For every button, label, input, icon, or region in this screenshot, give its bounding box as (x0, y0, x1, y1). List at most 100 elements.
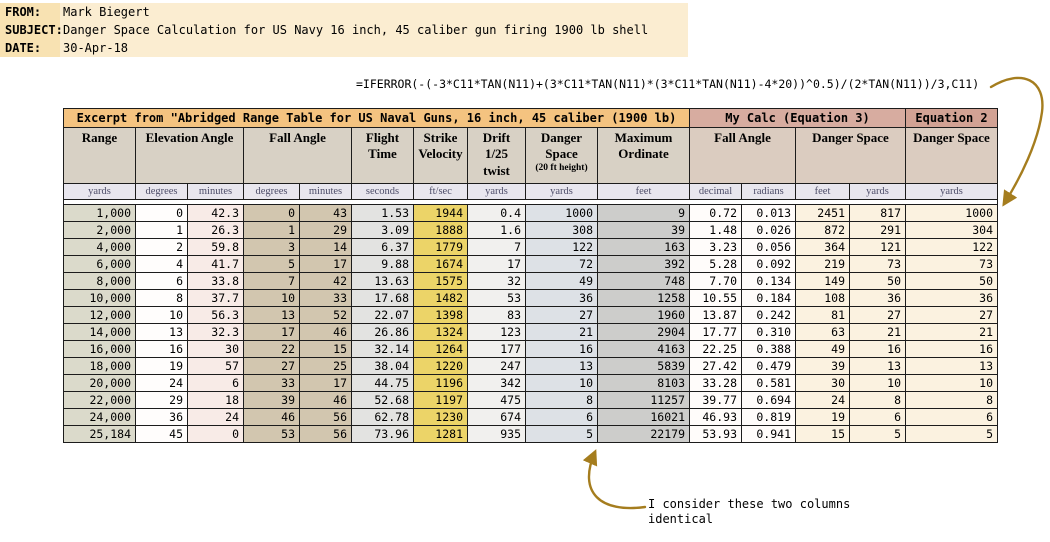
cell-mycalc-danger-space-feet[interactable]: 149 (795, 272, 850, 290)
cell-flight-time[interactable]: 6.37 (351, 238, 414, 256)
cell-drift[interactable]: 247 (467, 357, 526, 375)
cell-drift[interactable]: 475 (467, 391, 526, 409)
cell-mycalc-danger-space-yards[interactable]: 817 (849, 204, 906, 222)
eq2-title-cell[interactable]: Equation 2 (905, 108, 998, 128)
cell-fall-angle-radians[interactable]: 0.388 (741, 340, 796, 358)
cell-eq2-danger-space-yards[interactable]: 5 (905, 425, 998, 443)
cell-elevation-degrees[interactable]: 0 (135, 204, 188, 222)
cell-eq2-danger-space-yards[interactable]: 122 (905, 238, 998, 256)
cell-strike-velocity[interactable]: 1779 (413, 238, 468, 256)
cell-mycalc-danger-space-feet[interactable]: 30 (795, 374, 850, 392)
cell-flight-time[interactable]: 13.63 (351, 272, 414, 290)
cell-range[interactable]: 1,000 (63, 204, 136, 222)
cell-fall-angle-radians[interactable]: 0.581 (741, 374, 796, 392)
cell-mycalc-danger-space-yards[interactable]: 6 (849, 408, 906, 426)
cell-flight-time[interactable]: 32.14 (351, 340, 414, 358)
cell-flight-time[interactable]: 26.86 (351, 323, 414, 341)
cell-strike-velocity[interactable]: 1230 (413, 408, 468, 426)
cell-mycalc-danger-space-feet[interactable]: 219 (795, 255, 850, 273)
cell-fall-minutes[interactable]: 46 (299, 391, 352, 409)
cell-maximum-ordinate[interactable]: 5839 (597, 357, 690, 375)
cell-fall-angle-radians[interactable]: 0.819 (741, 408, 796, 426)
cell-maximum-ordinate[interactable]: 1258 (597, 289, 690, 307)
cell-fall-minutes[interactable]: 25 (299, 357, 352, 375)
cell-strike-velocity[interactable]: 1482 (413, 289, 468, 307)
cell-drift[interactable]: 342 (467, 374, 526, 392)
cell-range[interactable]: 20,000 (63, 374, 136, 392)
unit-cell[interactable]: degrees (135, 183, 188, 200)
cell-maximum-ordinate[interactable]: 748 (597, 272, 690, 290)
cell-fall-minutes[interactable]: 56 (299, 425, 352, 443)
cell-fall-angle-radians[interactable]: 0.479 (741, 357, 796, 375)
cell-fall-angle-radians[interactable]: 0.056 (741, 238, 796, 256)
cell-mycalc-danger-space-feet[interactable]: 364 (795, 238, 850, 256)
cell-eq2-danger-space-yards[interactable]: 21 (905, 323, 998, 341)
cell-fall-angle-decimal[interactable]: 17.77 (689, 323, 742, 341)
cell-mycalc-danger-space-yards[interactable]: 291 (849, 221, 906, 239)
cell-maximum-ordinate[interactable]: 2904 (597, 323, 690, 341)
cell-strike-velocity[interactable]: 1197 (413, 391, 468, 409)
unit-cell[interactable]: feet (597, 183, 690, 200)
cell-mycalc-danger-space-yards[interactable]: 36 (849, 289, 906, 307)
cell-fall-degrees[interactable]: 1 (243, 221, 300, 239)
cell-danger-space[interactable]: 27 (525, 306, 598, 324)
cell-flight-time[interactable]: 44.75 (351, 374, 414, 392)
cell-maximum-ordinate[interactable]: 9 (597, 204, 690, 222)
unit-cell[interactable]: minutes (187, 183, 244, 200)
cell-flight-time[interactable]: 9.88 (351, 255, 414, 273)
cell-strike-velocity[interactable]: 1398 (413, 306, 468, 324)
cell-eq2-danger-space-yards[interactable]: 1000 (905, 204, 998, 222)
cell-mycalc-danger-space-feet[interactable]: 2451 (795, 204, 850, 222)
cell-strike-velocity[interactable]: 1888 (413, 221, 468, 239)
cell-drift[interactable]: 7 (467, 238, 526, 256)
memo-date-value[interactable]: 30-Apr-18 (60, 39, 128, 57)
cell-fall-angle-radians[interactable]: 0.694 (741, 391, 796, 409)
cell-mycalc-danger-space-feet[interactable]: 81 (795, 306, 850, 324)
header-strike-velocity[interactable]: Strike Velocity (413, 127, 468, 184)
cell-drift[interactable]: 17 (467, 255, 526, 273)
cell-range[interactable]: 14,000 (63, 323, 136, 341)
unit-cell[interactable]: minutes (299, 183, 352, 200)
cell-fall-minutes[interactable]: 33 (299, 289, 352, 307)
cell-elevation-minutes[interactable]: 57 (187, 357, 244, 375)
cell-flight-time[interactable]: 62.78 (351, 408, 414, 426)
cell-flight-time[interactable]: 17.68 (351, 289, 414, 307)
cell-fall-degrees[interactable]: 5 (243, 255, 300, 273)
cell-danger-space[interactable]: 21 (525, 323, 598, 341)
cell-range[interactable]: 6,000 (63, 255, 136, 273)
cell-elevation-minutes[interactable]: 24 (187, 408, 244, 426)
cell-fall-angle-decimal[interactable]: 53.93 (689, 425, 742, 443)
header-drift[interactable]: Drift 1/25 twist (467, 127, 526, 184)
cell-fall-degrees[interactable]: 13 (243, 306, 300, 324)
cell-mycalc-danger-space-feet[interactable]: 63 (795, 323, 850, 341)
cell-fall-degrees[interactable]: 53 (243, 425, 300, 443)
cell-fall-degrees[interactable]: 17 (243, 323, 300, 341)
cell-eq2-danger-space-yards[interactable]: 73 (905, 255, 998, 273)
cell-mycalc-danger-space-feet[interactable]: 19 (795, 408, 850, 426)
cell-range[interactable]: 22,000 (63, 391, 136, 409)
cell-flight-time[interactable]: 38.04 (351, 357, 414, 375)
unit-cell[interactable]: radians (741, 183, 796, 200)
cell-eq2-danger-space-yards[interactable]: 10 (905, 374, 998, 392)
unit-cell[interactable]: yards (905, 183, 998, 200)
cell-fall-angle-decimal[interactable]: 39.77 (689, 391, 742, 409)
cell-fall-angle-radians[interactable]: 0.242 (741, 306, 796, 324)
cell-mycalc-danger-space-feet[interactable]: 24 (795, 391, 850, 409)
cell-maximum-ordinate[interactable]: 4163 (597, 340, 690, 358)
cell-elevation-degrees[interactable]: 6 (135, 272, 188, 290)
unit-cell[interactable]: yards (467, 183, 526, 200)
cell-fall-degrees[interactable]: 46 (243, 408, 300, 426)
cell-danger-space[interactable]: 5 (525, 425, 598, 443)
cell-drift[interactable]: 935 (467, 425, 526, 443)
cell-danger-space[interactable]: 13 (525, 357, 598, 375)
cell-strike-velocity[interactable]: 1674 (413, 255, 468, 273)
cell-maximum-ordinate[interactable]: 392 (597, 255, 690, 273)
cell-mycalc-danger-space-feet[interactable]: 108 (795, 289, 850, 307)
cell-strike-velocity[interactable]: 1264 (413, 340, 468, 358)
cell-fall-degrees[interactable]: 7 (243, 272, 300, 290)
memo-from-value[interactable]: Mark Biegert (60, 3, 150, 21)
cell-elevation-degrees[interactable]: 29 (135, 391, 188, 409)
cell-danger-space[interactable]: 72 (525, 255, 598, 273)
cell-elevation-minutes[interactable]: 0 (187, 425, 244, 443)
cell-mycalc-danger-space-feet[interactable]: 49 (795, 340, 850, 358)
